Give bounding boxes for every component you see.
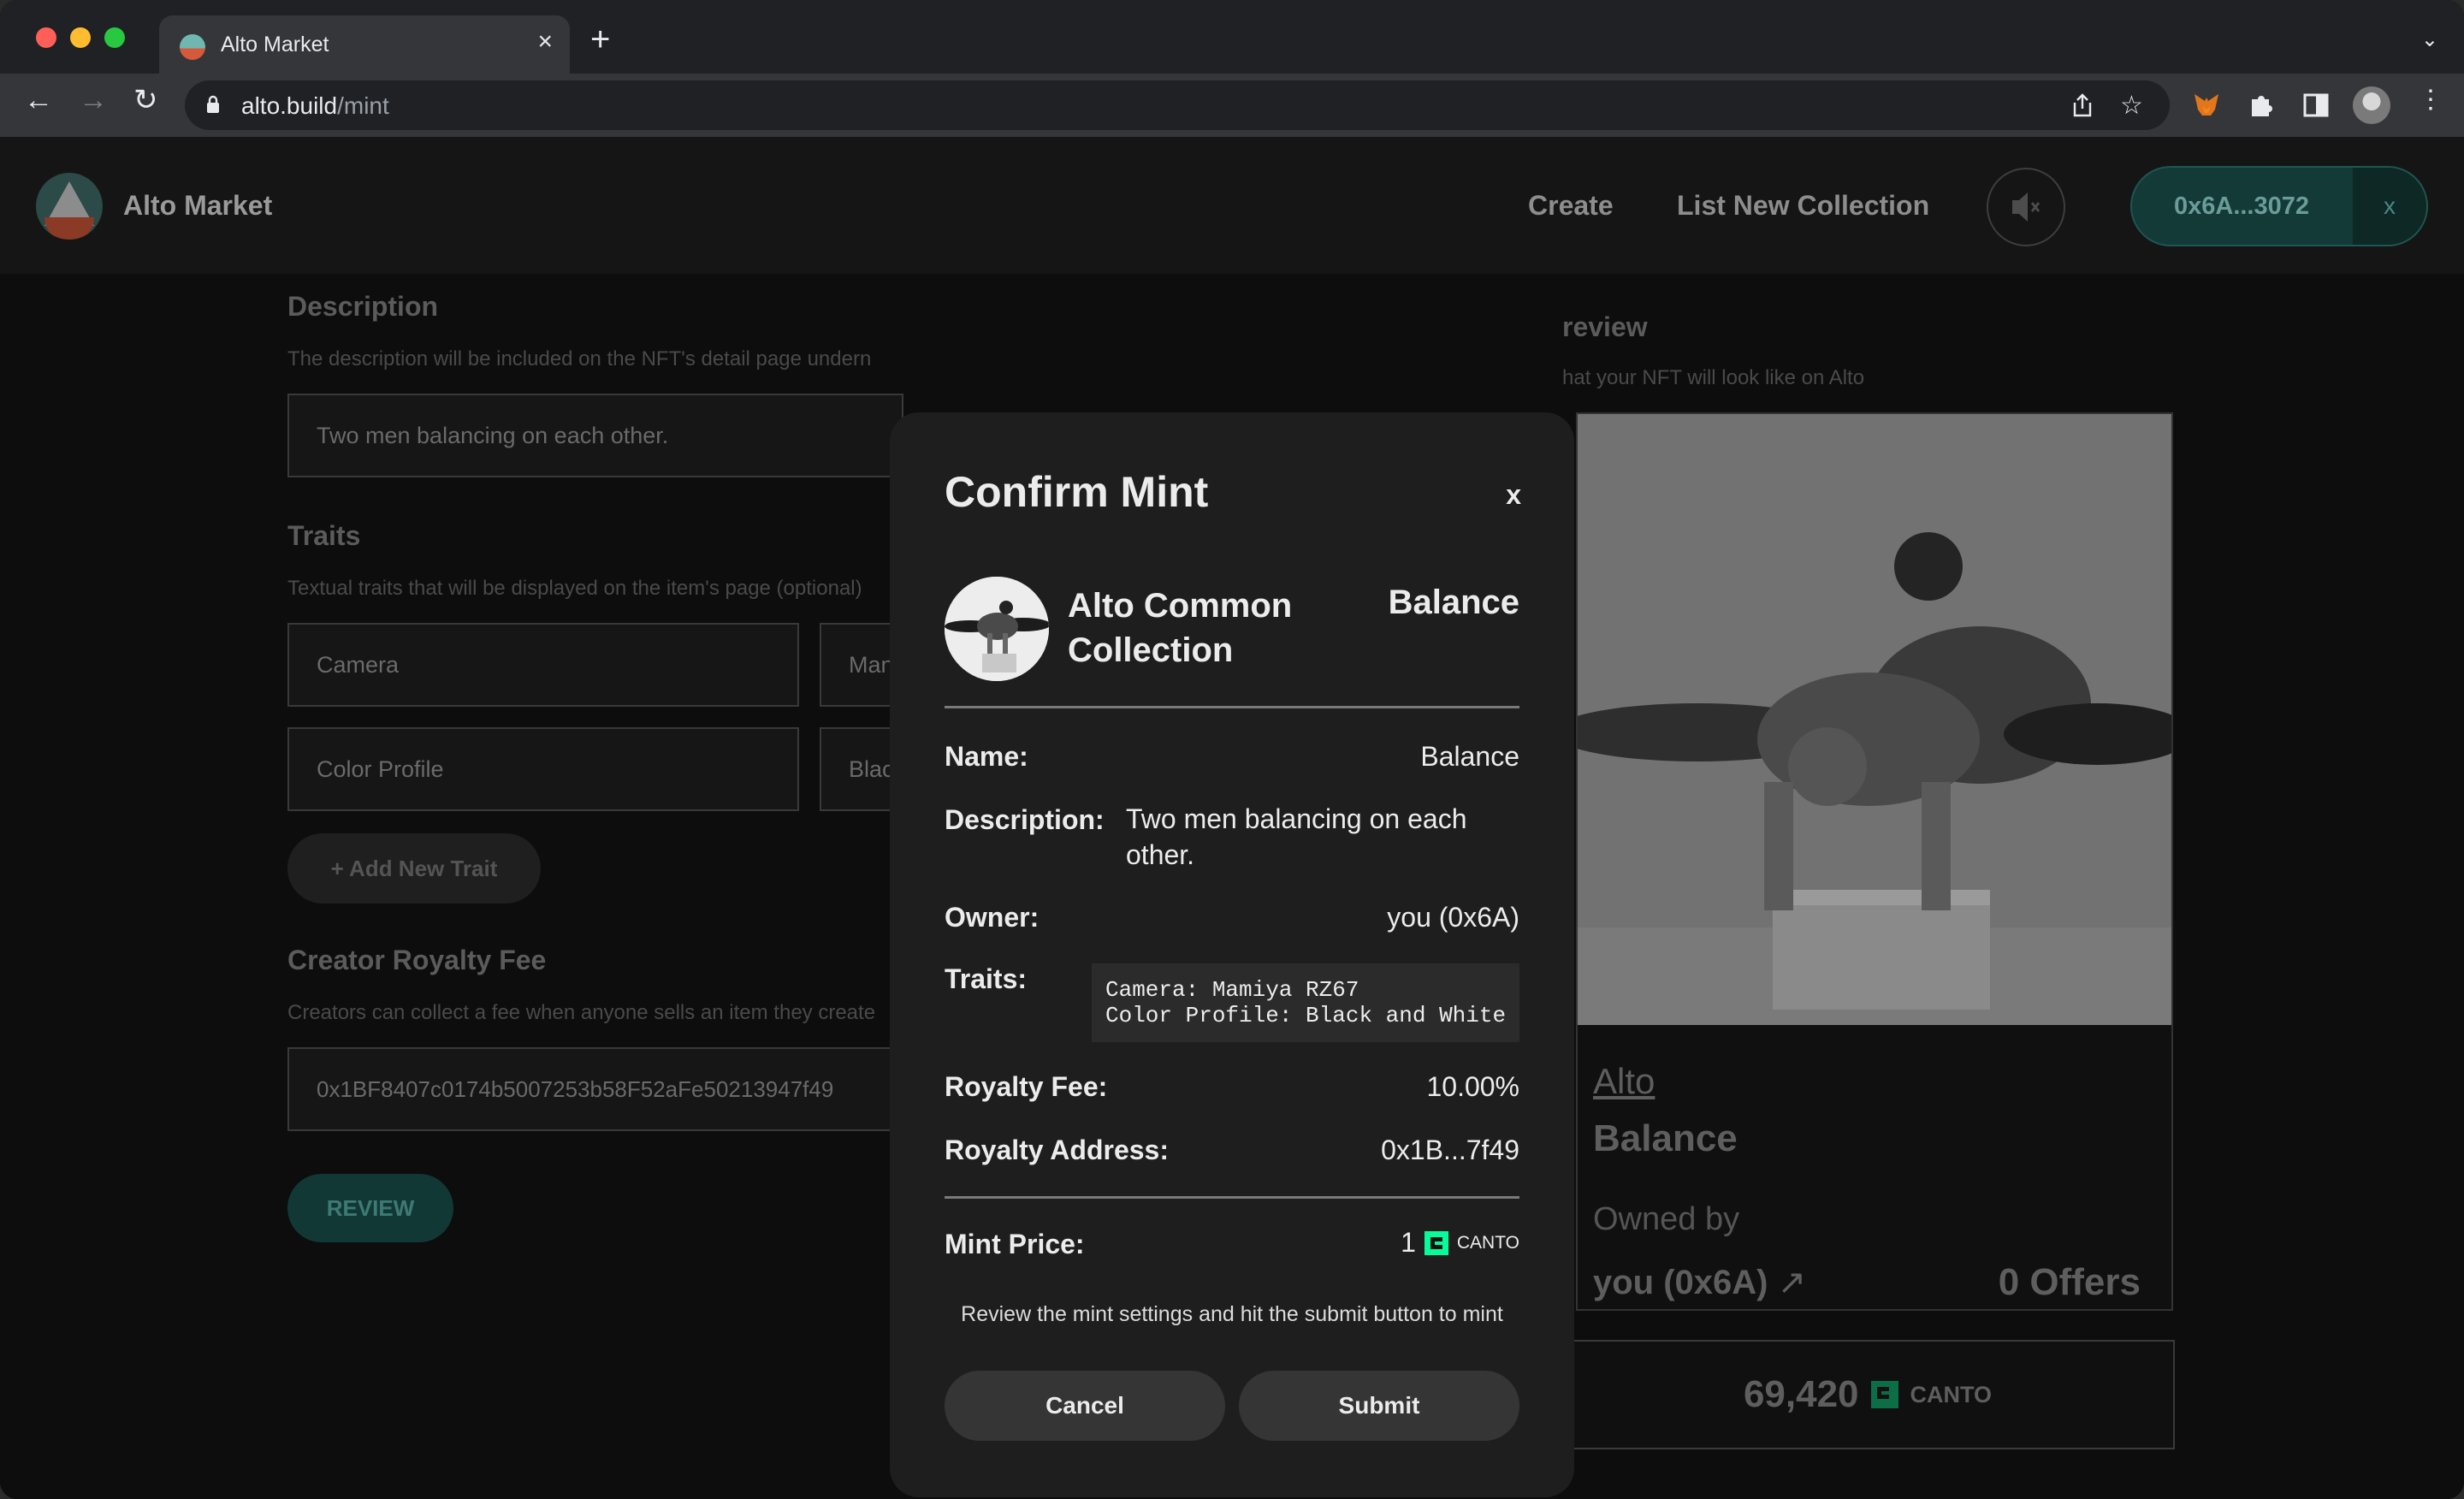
mint-price: 1 CANTO <box>1401 1227 1519 1259</box>
modal-note: Review the mint settings and hit the sub… <box>961 1302 1503 1326</box>
name-value: Balance <box>1420 741 1519 772</box>
nft-preview-card[interactable]: Alto Balance Owned by you (0x6A) ↗ 0 Off… <box>1576 412 2173 1311</box>
chevron-down-icon[interactable]: ⌄ <box>2421 27 2438 52</box>
new-tab-button[interactable]: + <box>590 22 610 56</box>
card-price-box: 69,420 CANTO <box>1561 1340 2175 1449</box>
card-owned-by-label: Owned by <box>1593 1201 1740 1237</box>
description-value: Two men balancing on each other. <box>1126 803 1467 870</box>
url-host: alto.build <box>241 92 338 119</box>
description-label: Description: <box>945 804 1105 835</box>
royalty-address-input[interactable]: 0x1BF8407c0174b5007253b58F52aFe50213947f… <box>287 1047 903 1131</box>
external-link-arrow-icon: ↗ <box>1777 1264 1807 1301</box>
card-owner[interactable]: you (0x6A) ↗ <box>1593 1263 1806 1302</box>
trait-key-input[interactable]: Color Profile <box>287 727 799 811</box>
modal-close-button[interactable]: x <box>1506 479 1521 511</box>
name-label: Name: <box>945 741 1028 772</box>
divider <box>945 1196 1519 1199</box>
royalty-address-label: Royalty Address: <box>945 1135 1169 1165</box>
divider <box>945 706 1519 708</box>
alto-app: Alto Market Create List New Collection 0… <box>0 137 2464 1499</box>
royalty-fee-label: Royalty Fee: <box>945 1071 1108 1102</box>
description-title: Description <box>287 291 439 322</box>
modal-item-name: Balance <box>1388 584 1519 621</box>
royalty-fee-value: 10.00% <box>1426 1071 1519 1102</box>
kebab-menu-icon[interactable]: ⋮ <box>2418 87 2443 113</box>
minimize-window-button[interactable] <box>70 27 91 48</box>
traits-hint: Textual traits that will be displayed on… <box>287 577 862 600</box>
royalty-address-value: 0x1BF8407c0174b5007253b58F52aFe50213947f… <box>317 1076 834 1102</box>
mute-button[interactable] <box>1987 168 2065 246</box>
owner-label: Owner: <box>945 902 1040 933</box>
reload-icon[interactable]: ↻ <box>133 86 158 115</box>
nft-image <box>1578 414 2171 1025</box>
browser-tab[interactable]: Alto Market × <box>159 15 570 74</box>
card-item-name: Balance <box>1593 1117 1738 1159</box>
trait-key-value: Camera <box>317 652 400 678</box>
description-input[interactable]: Two men balancing on each other. <box>287 394 903 477</box>
browser-window: Alto Market × + ⌄ ← → ↻ alto.build/mint … <box>0 0 2464 1499</box>
alto-logo-icon[interactable] <box>36 173 103 240</box>
tab-close-icon[interactable]: × <box>537 27 553 56</box>
nft-thumbnail <box>945 577 1049 681</box>
trait-value-value: Blac <box>849 756 894 782</box>
back-arrow-icon[interactable]: ← <box>24 86 53 115</box>
wallet-pill[interactable]: 0x6A...3072 x <box>2130 166 2428 246</box>
canto-logo-icon <box>1424 1230 1448 1255</box>
profile-avatar[interactable] <box>2353 86 2390 124</box>
preview-title: review <box>1562 311 1648 342</box>
trait-value-value: Man <box>849 652 894 678</box>
browser-toolbar: ← → ↻ alto.build/mint ☆ ⋮ <box>0 74 2464 139</box>
tab-title: Alto Market <box>221 33 329 56</box>
app-header: Alto Market Create List New Collection 0… <box>0 137 2464 274</box>
mint-price-label: Mint Price: <box>945 1229 1085 1259</box>
modal-title: Confirm Mint <box>945 468 1209 516</box>
mint-price-value: 1 <box>1401 1227 1416 1258</box>
address-bar[interactable]: alto.build/mint ☆ <box>185 80 2170 130</box>
side-panel-icon[interactable] <box>2301 91 2331 120</box>
royalty-title: Creator Royalty Fee <box>287 945 547 975</box>
add-trait-button[interactable]: + Add New Trait <box>287 833 541 904</box>
preview-hint: hat your NFT will look like on Alto <box>1562 366 1865 389</box>
nav-list-collection-link[interactable]: List New Collection <box>1677 190 1929 222</box>
description-hint: The description will be included on the … <box>287 347 872 370</box>
close-window-button[interactable] <box>36 27 56 48</box>
nav-create-link[interactable]: Create <box>1528 190 1614 222</box>
alto-favicon-icon <box>180 34 205 60</box>
card-currency: CANTO <box>1910 1381 1993 1407</box>
wallet-address[interactable]: 0x6A...3072 <box>2132 168 2351 245</box>
cancel-button[interactable]: Cancel <box>945 1371 1225 1441</box>
traits-code-box: Camera: Mamiya RZ67 Color Profile: Black… <box>1092 963 1519 1042</box>
royalty-hint: Creators can collect a fee when anyone s… <box>287 1001 876 1024</box>
mint-currency: CANTO <box>1456 1232 1519 1253</box>
owner-value: you (0x6A) <box>1387 902 1519 933</box>
traits-label: Traits: <box>945 963 1028 994</box>
modal-collection-name: Alto Common Collection <box>1068 587 1293 669</box>
trait-key-value: Color Profile <box>317 756 444 782</box>
forward-arrow-icon[interactable]: → <box>79 86 108 115</box>
trait-key-input[interactable]: Camera <box>287 623 799 707</box>
traits-title: Traits <box>287 520 361 551</box>
royalty-address-value: 0x1B...7f49 <box>1381 1135 1519 1165</box>
brand-name[interactable]: Alto Market <box>123 190 272 222</box>
review-button[interactable]: REVIEW <box>287 1174 453 1242</box>
card-offers: 0 Offers <box>1998 1261 2141 1303</box>
extensions-puzzle-icon[interactable] <box>2247 91 2276 120</box>
lock-icon <box>207 95 219 113</box>
bookmark-star-icon[interactable]: ☆ <box>2120 91 2143 121</box>
card-owner-name: you (0x6A) <box>1593 1264 1768 1301</box>
url-text: alto.build/mint <box>241 92 389 120</box>
metamask-fox-icon[interactable] <box>2192 91 2221 120</box>
confirm-mint-modal: Confirm Mint x Alto Common Collection Ba… <box>890 412 1574 1497</box>
speaker-muted-icon <box>2012 193 2040 222</box>
tab-bar: Alto Market × + ⌄ <box>0 0 2464 74</box>
card-collection-link[interactable]: Alto <box>1593 1061 1655 1102</box>
card-price: 69,420 <box>1743 1373 1859 1415</box>
share-icon[interactable] <box>2070 92 2094 118</box>
submit-button[interactable]: Submit <box>1239 1371 1519 1441</box>
canto-logo-icon <box>1870 1381 1898 1408</box>
maximize-window-button[interactable] <box>104 27 125 48</box>
url-path: /mint <box>337 92 389 119</box>
disconnect-wallet-button[interactable]: x <box>2353 168 2426 245</box>
description-input-value: Two men balancing on each other. <box>317 423 669 448</box>
